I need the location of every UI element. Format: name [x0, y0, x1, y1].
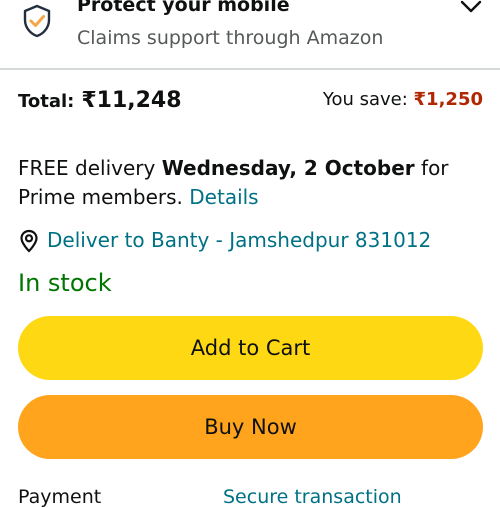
delivery-info: FREE delivery Wednesday, 2 October for P… — [18, 154, 488, 212]
savings-label: You save: — [322, 89, 408, 110]
protect-mobile-card[interactable]: Protect your mobile Claims support throu… — [0, 0, 500, 66]
protect-title: Protect your mobile — [77, 0, 290, 16]
location-pin-icon — [20, 229, 38, 253]
chevron-down-icon[interactable] — [460, 0, 482, 14]
add-to-cart-button[interactable]: Add to Cart — [18, 316, 483, 380]
delivery-prefix: FREE delivery — [18, 156, 156, 180]
protect-subtitle: Claims support through Amazon — [77, 27, 384, 49]
savings: You save: ₹1,250 — [323, 89, 483, 110]
delivery-details-link[interactable]: Details — [189, 185, 258, 209]
stock-status: In stock — [18, 269, 112, 297]
payment-label: Payment — [18, 486, 102, 508]
shield-check-icon — [23, 4, 51, 38]
total-price: Total: ₹11,248 — [18, 88, 182, 113]
deliver-to-link[interactable]: Deliver to Banty - Jamshedpur 831012 — [47, 228, 431, 252]
total-amount: ₹11,248 — [81, 88, 182, 113]
delivery-date: Wednesday, 2 October — [161, 156, 415, 180]
buy-now-button[interactable]: Buy Now — [18, 395, 483, 459]
savings-amount: ₹1,250 — [413, 89, 483, 110]
total-label: Total: — [18, 91, 75, 112]
secure-transaction-link[interactable]: Secure transaction — [223, 486, 402, 508]
divider — [0, 68, 500, 70]
